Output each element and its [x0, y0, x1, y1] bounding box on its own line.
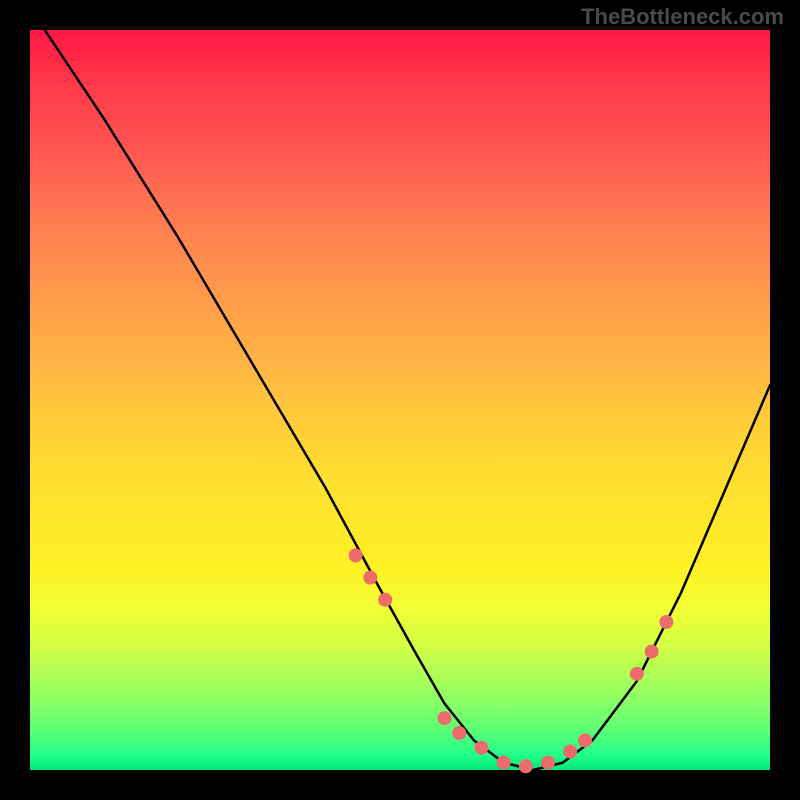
curve-marker — [578, 733, 592, 747]
curve-marker — [474, 741, 488, 755]
curve-marker — [378, 593, 392, 607]
curve-marker — [563, 745, 577, 759]
curve-marker — [363, 571, 377, 585]
curve-marker — [659, 615, 673, 629]
chart-svg — [30, 30, 770, 770]
curve-marker — [630, 667, 644, 681]
bottleneck-curve — [45, 30, 770, 770]
chart-plot-area — [30, 30, 770, 770]
curve-marker — [452, 726, 466, 740]
curve-marker — [645, 645, 659, 659]
curve-marker — [349, 548, 363, 562]
curve-marker — [497, 756, 511, 770]
curve-line — [45, 30, 770, 770]
curve-marker — [519, 759, 533, 773]
curve-marker — [437, 711, 451, 725]
watermark-text: TheBottleneck.com — [581, 4, 784, 30]
curve-marker — [541, 756, 555, 770]
curve-markers — [349, 548, 674, 773]
